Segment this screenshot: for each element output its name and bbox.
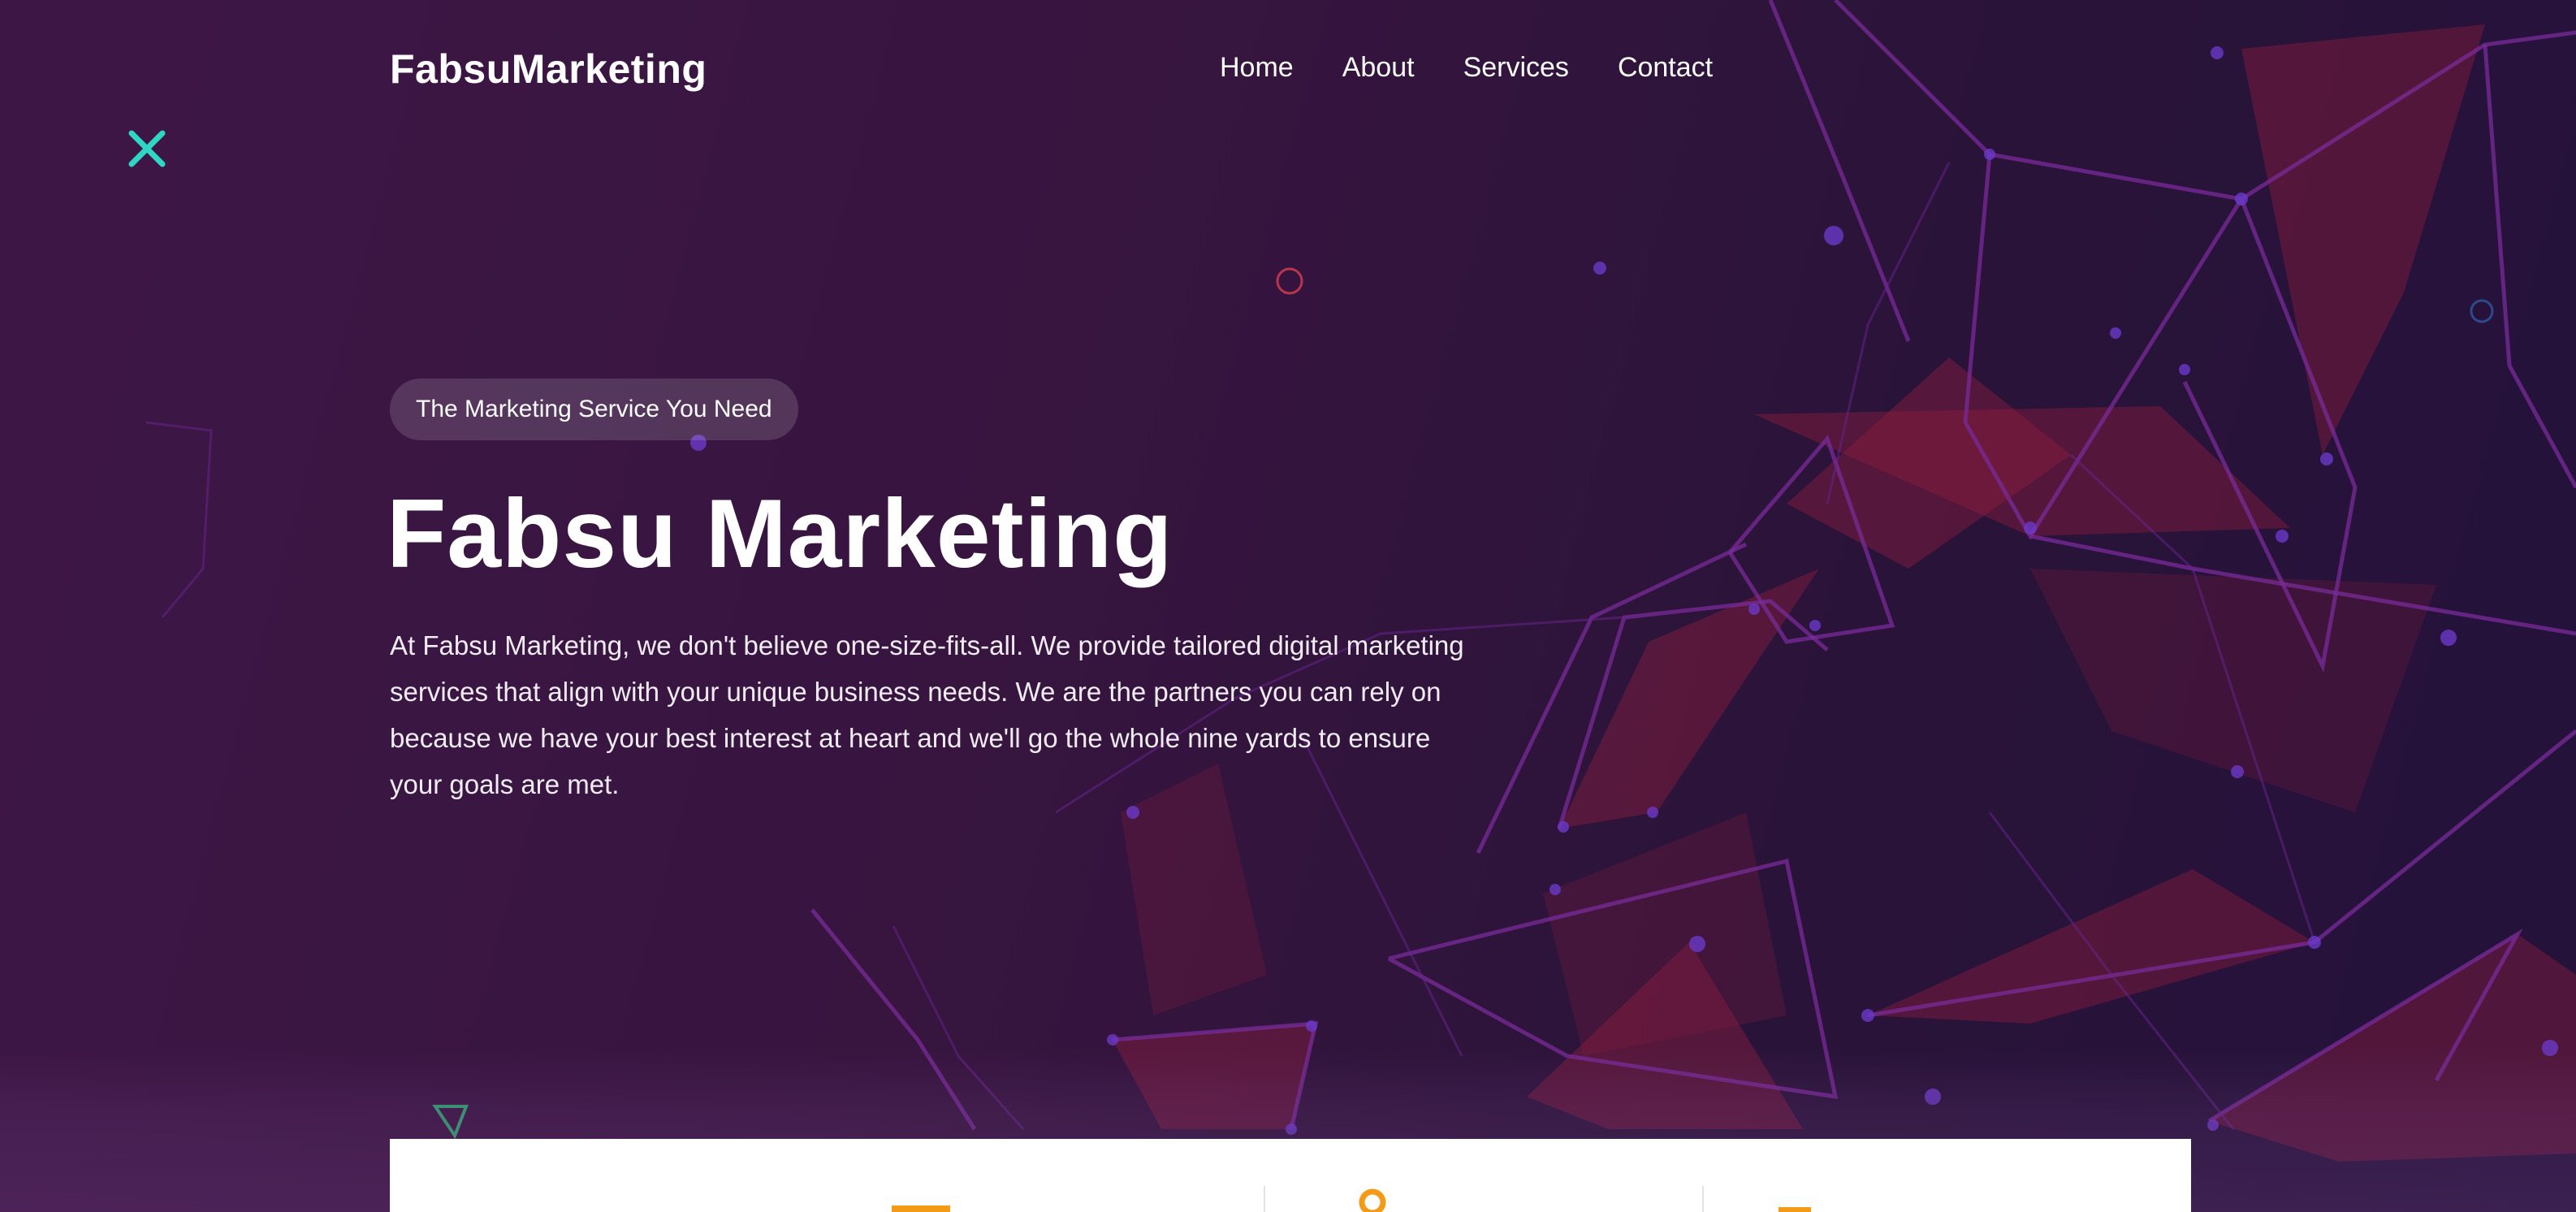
close-icon[interactable] [127,128,167,169]
nav-link-contact[interactable]: Contact [1618,52,1713,84]
feature-card [390,1139,2191,1212]
feature-icon-2 [892,1206,950,1212]
hero-title: Fabsu Marketing [387,479,1173,588]
hero-badge: The Marketing Service You Need [390,379,798,440]
main-nav: Home About Services Contact [1220,52,1713,84]
site-header: FabsuMarketing Home About Services Conta… [390,42,1722,99]
network-background-art [145,0,2576,1162]
nav-link-about[interactable]: About [1342,52,1415,84]
feature-icon-4 [1779,1207,1811,1212]
feature-icon-1 [455,1139,520,1212]
card-divider [1264,1186,1265,1212]
location-pin-icon [1359,1188,1386,1212]
card-divider [1702,1186,1704,1212]
page: FabsuMarketing Home About Services Conta… [0,0,2576,1212]
nav-link-services[interactable]: Services [1463,52,1569,84]
site-logo[interactable]: FabsuMarketing [390,45,707,93]
nav-link-home[interactable]: Home [1220,52,1294,84]
hero-description: At Fabsu Marketing, we don't believe one… [390,630,1464,799]
